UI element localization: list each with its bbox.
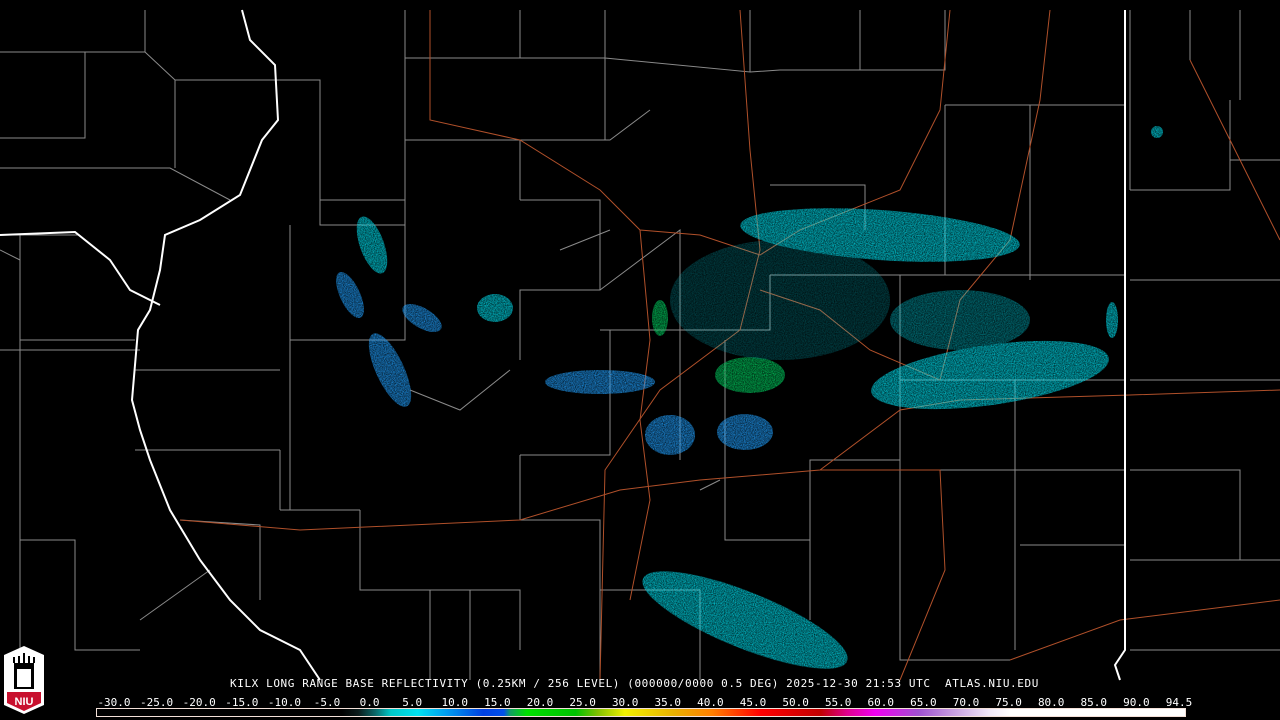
product-caption: KILX LONG RANGE BASE REFLECTIVITY (0.25K…: [230, 677, 1039, 690]
reflectivity-colorbar: [96, 708, 1186, 717]
logo-text: NIU: [15, 696, 34, 708]
radar-echoes: [336, 126, 1163, 669]
niu-logo: NIU: [3, 645, 45, 715]
radar-map[interactable]: [0, 0, 1280, 720]
legend-ticks: -30.0 -25.0 -20.0 -15.0 -10.0 -5.0 0.0 5.0 10.0 1…: [94, 696, 1194, 709]
